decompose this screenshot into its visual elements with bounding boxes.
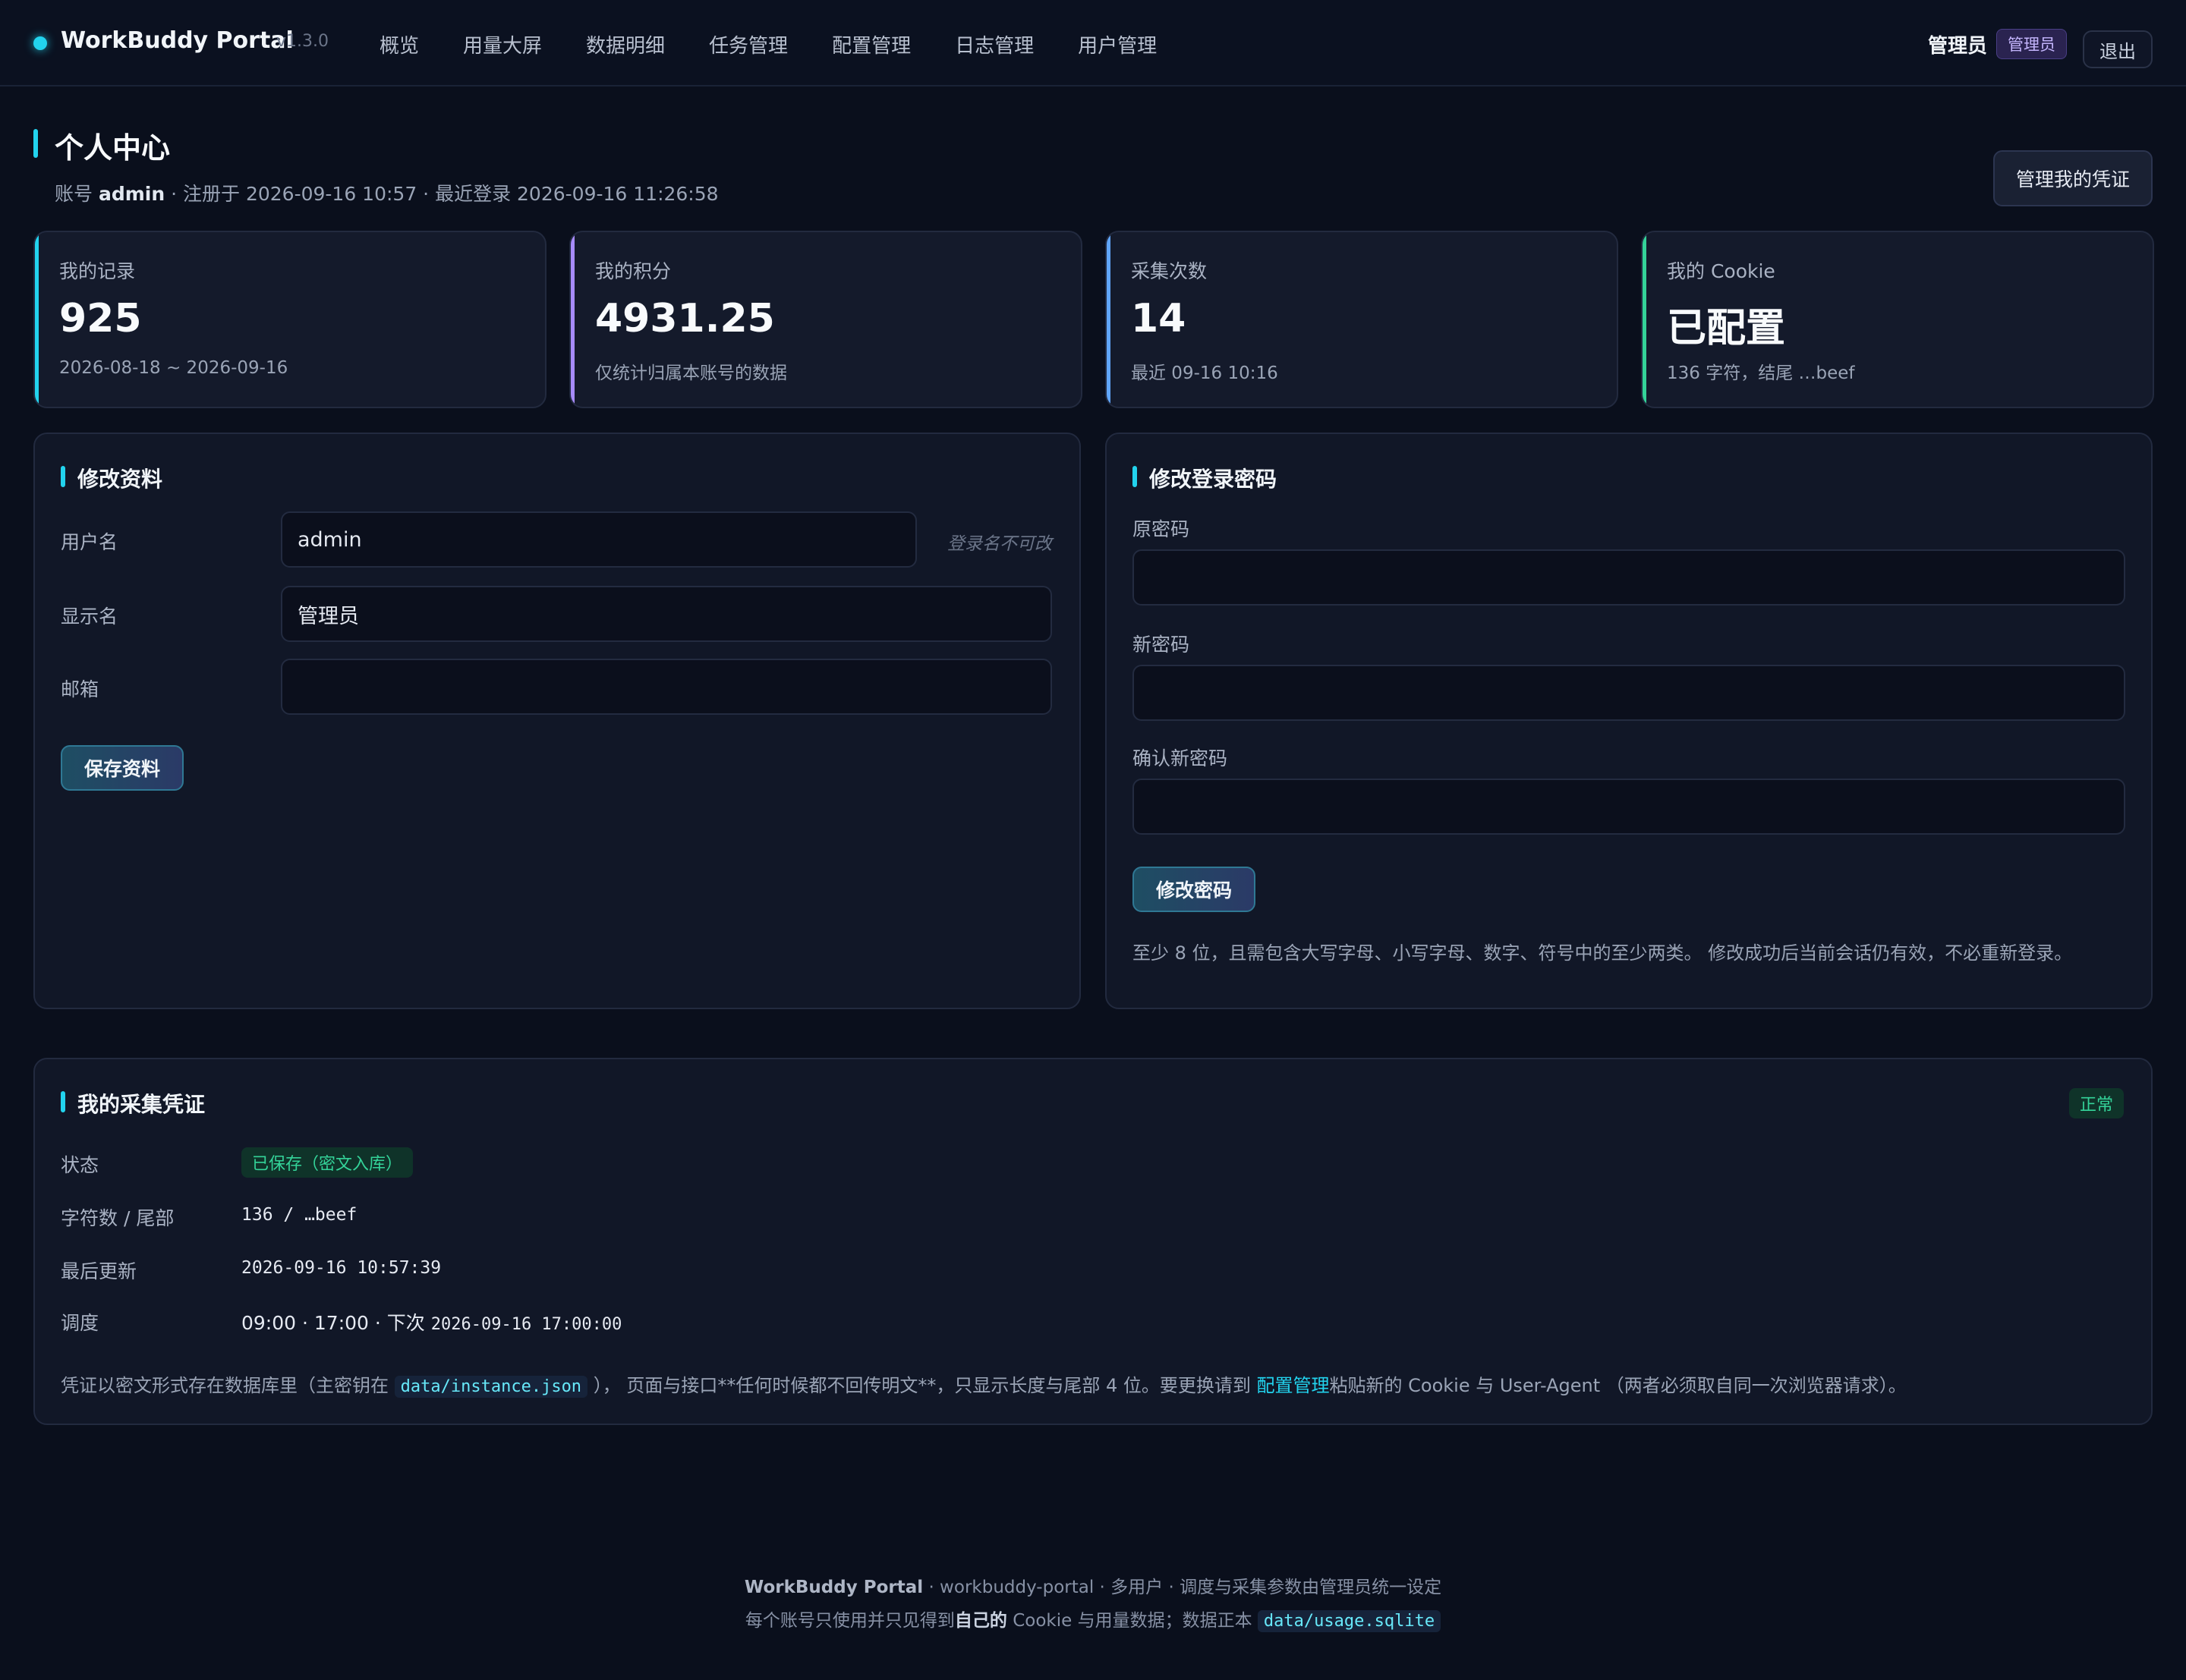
instance-json-code: data/instance.json	[394, 1376, 588, 1398]
nav-item-tasks[interactable]: 任务管理	[709, 30, 788, 58]
stat-note: 仅统计归属本账号的数据	[595, 363, 787, 383]
display-name-label: 显示名	[61, 606, 118, 628]
save-profile-button[interactable]: 保存资料	[61, 745, 184, 791]
top-navbar: WorkBuddy Portal v1.3.0 概览 用量大屏 数据明细 任务管…	[0, 0, 2186, 87]
confirm-password-label: 确认新密码	[1132, 747, 1228, 769]
nav-item-users[interactable]: 用户管理	[1078, 30, 1157, 58]
password-panel	[1105, 433, 2153, 1009]
footer-line-1: WorkBuddy Portal · workbuddy-portal · 多用…	[744, 1578, 1442, 1597]
email-field[interactable]	[281, 659, 1052, 715]
stat-card-cookie: 我的 Cookie 已配置 136 字符，结尾 …beef	[1641, 231, 2154, 408]
stat-label: 我的记录	[59, 260, 136, 282]
stat-card-records: 我的记录 925 2026-08-18 ~ 2026-09-16	[33, 231, 546, 408]
new-password-field[interactable]	[1132, 665, 2125, 721]
stat-note: 最近 09-16 10:16	[1131, 363, 1278, 383]
stat-label: 我的积分	[595, 260, 672, 282]
stat-value: 4931.25	[595, 296, 775, 341]
app-version: v1.3.0	[276, 32, 329, 51]
schedule-value: 09:00 · 17:00 · 下次 2026-09-16 17:00:00	[241, 1312, 622, 1334]
current-user-name: 管理员	[1928, 35, 1988, 58]
chars-value: 136 / …beef	[241, 1205, 358, 1225]
profile-panel-title: 修改资料	[77, 467, 163, 492]
credential-status-badge: 正常	[2069, 1088, 2125, 1118]
schedule-label: 调度	[61, 1312, 99, 1334]
stat-label: 我的 Cookie	[1667, 260, 1775, 282]
role-badge: 管理员	[1996, 29, 2067, 59]
account-subtitle: 账号 admin · 注册于 2026-09-16 10:57 · 最近登录 2…	[55, 183, 719, 205]
credential-panel-title: 我的采集凭证	[77, 1092, 206, 1117]
username-label: 用户名	[61, 531, 118, 553]
stat-label: 采集次数	[1131, 260, 1208, 282]
nav-item-logs[interactable]: 日志管理	[955, 30, 1034, 58]
nav-item-data-detail[interactable]: 数据明细	[586, 30, 665, 58]
panel-accent-bar	[61, 466, 65, 487]
stat-value: 925	[59, 296, 142, 341]
display-name-field[interactable]: 管理员	[281, 586, 1052, 642]
stat-card-collections: 采集次数 14 最近 09-16 10:16	[1105, 231, 1618, 408]
new-password-label: 新密码	[1132, 634, 1190, 656]
panel-accent-bar	[1132, 466, 1137, 487]
old-password-label: 原密码	[1132, 518, 1190, 540]
stat-note: 136 字符，结尾 …beef	[1667, 363, 1855, 383]
usage-sqlite-code: data/usage.sqlite	[1257, 1610, 1441, 1632]
change-password-button[interactable]: 修改密码	[1132, 867, 1255, 912]
main-nav: 概览 用量大屏 数据明细 任务管理 配置管理 日志管理 用户管理	[380, 30, 1201, 58]
manage-credentials-button[interactable]: 管理我的凭证	[1993, 150, 2153, 206]
brand-dot-icon	[33, 36, 47, 50]
logout-button[interactable]: 退出	[2083, 30, 2153, 68]
nav-item-config[interactable]: 配置管理	[832, 30, 911, 58]
password-rules-note: 至少 8 位，且需包含大写字母、小写字母、数字、符号中的至少两类。 修改成功后当…	[1132, 942, 2073, 964]
saved-status-badge: 已保存（密文入库）	[241, 1147, 414, 1178]
username-field[interactable]: admin	[281, 511, 917, 568]
nav-item-dashboard[interactable]: 用量大屏	[463, 30, 542, 58]
schedule-next: 2026-09-16 17:00:00	[430, 1315, 622, 1334]
credential-note: 凭证以密文形式存在数据库里（主密钥在 data/instance.json ），…	[61, 1375, 1907, 1398]
stat-note: 2026-08-18 ~ 2026-09-16	[59, 358, 288, 378]
nav-item-overview[interactable]: 概览	[380, 30, 419, 58]
old-password-field[interactable]	[1132, 549, 2125, 606]
chars-label: 字符数 / 尾部	[61, 1207, 175, 1229]
password-panel-title: 修改登录密码	[1149, 467, 1277, 492]
status-label: 状态	[61, 1154, 99, 1176]
brand-name[interactable]: WorkBuddy Portal	[61, 27, 294, 54]
updated-label: 最后更新	[61, 1260, 137, 1282]
confirm-password-field[interactable]	[1132, 779, 2125, 835]
username-hint: 登录名不可改	[947, 534, 1052, 554]
config-management-link[interactable]: 配置管理	[1257, 1375, 1330, 1396]
footer-line-2: 每个账号只使用并只见得到自己的 Cookie 与用量数据；数据正本 data/u…	[0, 1606, 2186, 1632]
stat-value: 已配置	[1667, 306, 1786, 351]
panel-accent-bar	[61, 1091, 65, 1112]
stat-value: 14	[1131, 296, 1186, 341]
stat-card-points: 我的积分 4931.25 仅统计归属本账号的数据	[569, 231, 1082, 408]
email-label: 邮箱	[61, 678, 99, 700]
account-name: admin	[98, 183, 165, 205]
title-accent-bar	[33, 129, 38, 158]
updated-value: 2026-09-16 10:57:39	[241, 1258, 442, 1278]
page-title: 个人中心	[55, 131, 171, 165]
